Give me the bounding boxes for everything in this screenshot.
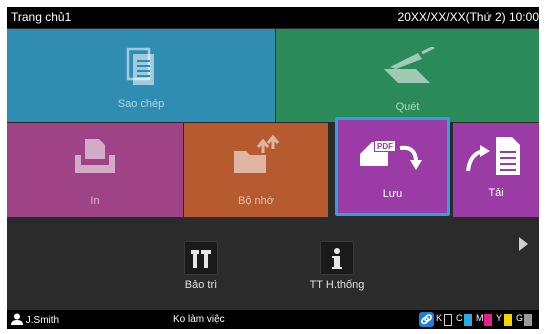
print-tray-icon <box>75 139 115 173</box>
ink-y-label: Y <box>496 313 503 323</box>
load-tile[interactable]: Tải <box>453 123 539 217</box>
ink-m-label: M <box>476 313 484 323</box>
ink-g-label: G <box>516 313 524 323</box>
document-load-icon <box>466 137 520 175</box>
svg-text:PDF: PDF <box>377 142 393 151</box>
ink-k-level <box>444 314 452 326</box>
home-screen: Trang chủ1 20XX/XX/XX(Thứ 2) 10:00 Sao c… <box>7 7 539 329</box>
user-name: J.Smith <box>25 315 60 326</box>
scanner-icon <box>383 47 435 83</box>
tools-icon <box>191 250 211 268</box>
menu-area: Bảo trì TT H.thống <box>7 217 539 309</box>
pdf-save-icon: PDF <box>359 140 422 170</box>
copy-tile[interactable]: Sao chép <box>7 29 275 122</box>
load-label: Tải <box>488 187 504 199</box>
next-page-icon[interactable] <box>519 237 528 251</box>
document-stack-icon <box>126 47 154 85</box>
top-bar: Trang chủ1 20XX/XX/XX(Thứ 2) 10:00 <box>7 7 539 28</box>
datetime: 20XX/XX/XX(Thứ 2) 10:00 <box>397 10 539 24</box>
save-label: Lưu <box>382 188 403 200</box>
ink-c-level <box>464 314 472 326</box>
ink-k-label: K <box>436 313 443 323</box>
info-icon <box>332 248 342 269</box>
ink-c-label: C <box>456 313 463 323</box>
copy-label: Sao chép <box>117 98 165 110</box>
link-icon-glyph <box>421 314 432 325</box>
link-icon[interactable] <box>419 312 434 327</box>
ink-g-level <box>524 314 532 326</box>
maintenance-button[interactable] <box>184 241 218 275</box>
save-tile[interactable]: PDF Lưu <box>335 117 450 216</box>
user-indicator[interactable]: J.Smith <box>11 313 59 326</box>
screen-title: Trang chủ1 <box>11 10 72 24</box>
save-tile-inner: PDF Lưu <box>340 122 445 211</box>
storage-label: Bộ nhớ <box>238 195 274 207</box>
ink-m-level <box>484 314 492 326</box>
system-info-label: TT H.thống <box>309 279 365 291</box>
folder-upload-icon <box>234 134 280 173</box>
storage-tile[interactable]: Bộ nhớ <box>184 123 328 217</box>
machine-status: Ko làm việc <box>173 314 225 325</box>
print-tile[interactable]: In <box>7 123 183 217</box>
user-icon <box>11 313 23 325</box>
system-info-button[interactable] <box>320 241 354 275</box>
print-label: In <box>90 195 100 207</box>
scan-label: Quét <box>395 101 420 113</box>
status-bar: J.Smith Ko làm việc K C M Y G <box>7 310 539 329</box>
ink-y-level <box>504 314 512 326</box>
maintenance-label: Bảo trì <box>184 279 218 291</box>
scan-tile[interactable]: Quét <box>276 29 539 122</box>
